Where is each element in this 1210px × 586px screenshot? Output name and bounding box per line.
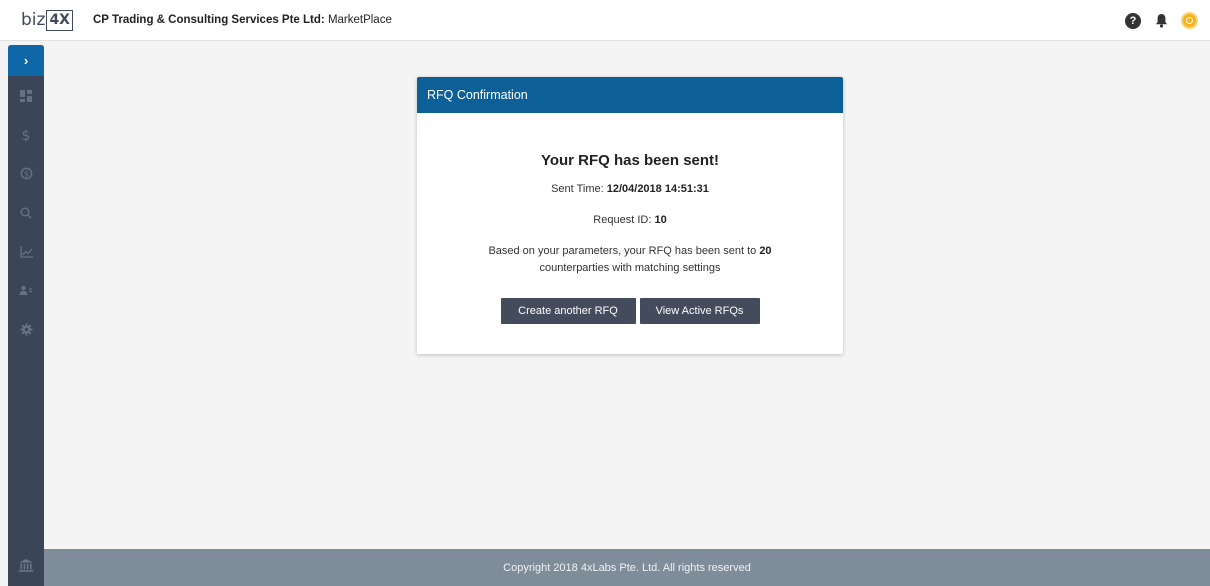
svg-text:$: $: [23, 170, 28, 179]
sidebar-item-dollar[interactable]: $: [8, 115, 44, 154]
modal-header: RFQ Confirmation: [417, 77, 843, 113]
copyright-text: Copyright 2018 4xLabs Pte. Ltd. All righ…: [503, 561, 751, 574]
sidebar-toggle-button[interactable]: ›: [8, 45, 44, 76]
view-active-rfqs-button[interactable]: View Active RFQs: [639, 298, 760, 324]
sidebar-item-exchange[interactable]: $: [8, 154, 44, 193]
sidebar-item-users[interactable]: [8, 271, 44, 310]
sent-time-value: 12/04/2018 14:51:31: [606, 183, 709, 195]
footer: Copyright 2018 4xLabs Pte. Ltd. All righ…: [44, 549, 1210, 586]
sidebar-item-chart[interactable]: [8, 232, 44, 271]
logo-box: 4X: [46, 9, 73, 31]
modal-header-title: RFQ Confirmation: [427, 88, 528, 102]
create-another-rfq-button[interactable]: Create another RFQ: [500, 298, 636, 324]
sidebar-bottom[interactable]: [8, 559, 44, 572]
user-icon[interactable]: [1181, 12, 1198, 29]
params-prefix: Based on your parameters, your RFQ has b…: [488, 245, 757, 257]
sidebar: › $ $: [8, 45, 44, 586]
exchange-icon: $: [20, 167, 32, 180]
sidebar-item-settings[interactable]: [8, 310, 44, 349]
modal-body: Your RFQ has been sent! Sent Time: 12/04…: [417, 152, 843, 324]
dashboard-icon: [20, 89, 32, 102]
help-icon[interactable]: ?: [1125, 12, 1141, 29]
confirmation-title: Your RFQ has been sent!: [540, 152, 720, 169]
counterparty-count: 20: [759, 245, 772, 257]
chevron-right-icon: ›: [23, 53, 29, 68]
rfq-confirmation-modal: RFQ Confirmation Your RFQ has been sent!…: [417, 77, 843, 354]
bank-icon: [19, 559, 33, 572]
sidebar-item-search[interactable]: [8, 193, 44, 232]
params-message: Based on your parameters, your RFQ has b…: [417, 243, 843, 277]
chart-icon: [19, 245, 33, 258]
bell-icon[interactable]: [1154, 13, 1168, 29]
section-name: MarketPlace: [327, 14, 392, 26]
svg-text:$: $: [22, 128, 31, 142]
search-icon: [20, 207, 32, 219]
company-breadcrumb: CP Trading & Consulting Services Pte Ltd…: [93, 14, 392, 26]
request-id-line: Request ID: 10: [417, 214, 843, 226]
sent-time-line: Sent Time: 12/04/2018 14:51:31: [417, 183, 843, 195]
company-name: CP Trading & Consulting Services Pte Ltd…: [92, 14, 325, 26]
dollar-icon: $: [22, 128, 31, 142]
sent-time-label: Sent Time:: [551, 183, 604, 195]
logo-text: biz: [21, 10, 46, 30]
gear-icon: [20, 323, 32, 336]
params-suffix: counterparties with matching settings: [539, 262, 721, 274]
users-icon: [19, 285, 32, 295]
user-avatar-ring: [1186, 17, 1193, 24]
request-id-label: Request ID:: [593, 214, 652, 226]
biz4x-logo[interactable]: biz 4X: [21, 0, 73, 41]
modal-actions: Create another RFQ View Active RFQs: [417, 298, 843, 324]
sidebar-item-dashboard[interactable]: [8, 76, 44, 115]
request-id-value: 10: [654, 214, 667, 226]
top-bar: biz 4X CP Trading & Consulting Services …: [0, 0, 1210, 41]
top-icons: ?: [1125, 0, 1198, 41]
